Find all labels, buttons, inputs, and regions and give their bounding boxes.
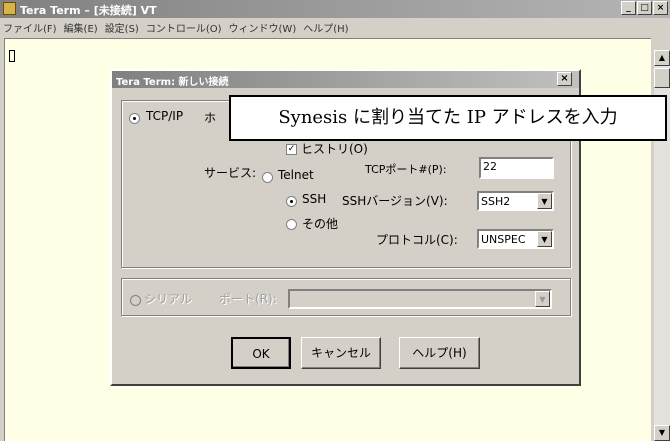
menu-edit[interactable]: 編集(E) (61, 18, 102, 35)
serial-radio[interactable] (130, 295, 141, 306)
tera-term-window: Tera Term – [未接続] VT _ □ × ファイル(F) 編集(E) 設定(… (0, 0, 670, 441)
title-bar[interactable]: Tera Term – [未接続] VT _ □ × (0, 0, 670, 18)
telnet-radio[interactable] (262, 172, 273, 183)
other-label: その他 (302, 217, 339, 231)
chevron-down-icon[interactable]: ▼ (537, 193, 552, 209)
dialog-close-button[interactable]: × (557, 72, 572, 86)
tcpip-radio[interactable] (129, 113, 140, 124)
close-button[interactable]: × (653, 1, 668, 15)
menu-file[interactable]: ファイル(F) (0, 18, 61, 35)
terminal-cursor (9, 50, 15, 62)
protocol-label: プロトコル(C): (376, 233, 458, 247)
menu-bar: ファイル(F) 編集(E) 設定(S) コントロール(O) ウィンドウ(W) ヘルプ(H) (0, 18, 670, 35)
host-label: ホ (204, 111, 217, 125)
ssh-radio[interactable] (286, 196, 297, 207)
service-label: サービス: (204, 166, 257, 180)
minimize-button[interactable]: _ (621, 1, 636, 15)
tcp-port-input[interactable]: 22 (479, 157, 554, 179)
annotation-callout: Synesis に割り当てた IP アドレスを入力 (229, 95, 667, 141)
chevron-down-icon[interactable]: ▼ (537, 231, 552, 247)
ssh-version-value: SSH2 (481, 195, 511, 208)
maximize-button[interactable]: □ (637, 1, 652, 15)
tcpip-label: TCP/IP (146, 109, 184, 123)
scroll-down-arrow-icon[interactable]: ▼ (654, 425, 670, 441)
serial-port-select[interactable]: ▼ (288, 289, 552, 309)
history-checkbox[interactable]: ✓ (286, 144, 297, 155)
menu-setup[interactable]: 設定(S) (102, 18, 143, 35)
history-label: ヒストリ(O) (301, 142, 368, 156)
dialog-title: Tera Term: 新しい接続 (116, 77, 229, 88)
port-label: ポート(R): (219, 292, 277, 306)
chevron-down-icon[interactable]: ▼ (535, 291, 550, 307)
protocol-select[interactable]: UNSPEC ▼ (477, 229, 554, 249)
scroll-up-arrow-icon[interactable]: ▲ (654, 50, 670, 66)
cancel-button[interactable]: キャンセル (301, 337, 381, 369)
tera-term-app-icon[interactable] (3, 2, 16, 15)
ssh-version-label: SSHバージョン(V): (342, 194, 448, 208)
help-button[interactable]: ヘルプ(H) (399, 337, 480, 369)
ssh-label: SSH (302, 192, 327, 206)
menu-window[interactable]: ウィンドウ(W) (226, 18, 301, 35)
tcp-port-label: TCPポート#(P): (365, 163, 447, 176)
ok-button[interactable]: OK (231, 337, 291, 369)
other-radio[interactable] (286, 219, 297, 230)
window-title: Tera Term – [未接続] VT (20, 4, 157, 17)
dialog-title-bar[interactable]: Tera Term: 新しい接続 × (112, 71, 579, 88)
menu-control[interactable]: コントロール(O) (143, 18, 226, 35)
scroll-thumb[interactable] (654, 68, 670, 88)
protocol-value: UNSPEC (481, 233, 526, 246)
window-controls: _ □ × (620, 1, 668, 15)
telnet-label: Telnet (278, 168, 314, 182)
ssh-version-select[interactable]: SSH2 ▼ (477, 191, 554, 211)
menu-help[interactable]: ヘルプ(H) (300, 18, 352, 35)
serial-label: シリアル (144, 292, 192, 306)
